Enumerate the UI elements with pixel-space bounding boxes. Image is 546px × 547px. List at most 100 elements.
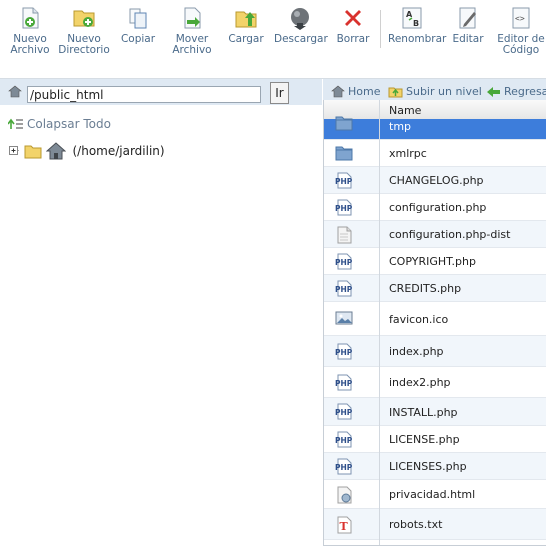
- php-file-icon: PHP: [335, 343, 353, 363]
- download-label: Descargar: [274, 33, 328, 45]
- move-file-button[interactable]: Mover Archivo: [170, 6, 214, 56]
- collapse-all-link[interactable]: Colapsar Todo: [7, 117, 111, 133]
- php-file-icon: PHP: [335, 403, 353, 423]
- go-button[interactable]: Ir: [270, 82, 289, 104]
- tree-root-label: (/home/jardilin): [72, 144, 165, 158]
- svg-text:PHP: PHP: [335, 204, 353, 213]
- rename-button[interactable]: A B Renombrar: [388, 6, 447, 45]
- file-row[interactable]: T robots.txt: [324, 509, 546, 540]
- file-row[interactable]: PHP CREDITS.php: [324, 275, 546, 302]
- svg-text:PHP: PHP: [335, 408, 353, 417]
- file-row[interactable]: PHP LICENSE.php: [324, 426, 546, 453]
- file-list-header: Name: [324, 100, 546, 120]
- delete-button[interactable]: Borrar: [336, 6, 370, 45]
- php-file-icon: PHP: [335, 280, 353, 300]
- new-file-label: Nuevo Archivo: [10, 33, 50, 56]
- up-level-link[interactable]: Subir un nivel: [388, 85, 482, 98]
- code-editor-button[interactable]: <> Editor de Código: [497, 6, 545, 56]
- php-file-icon: PHP: [335, 253, 353, 273]
- edit-label: Editar: [452, 33, 484, 45]
- home-link[interactable]: Home: [331, 85, 380, 98]
- upload-label: Cargar: [228, 33, 264, 45]
- file-name: LICENSES.php: [389, 460, 467, 473]
- rename-icon: A B: [402, 7, 422, 29]
- toolbar-divider: [380, 10, 381, 48]
- svg-text:PHP: PHP: [335, 285, 353, 294]
- back-link[interactable]: Regresar: [486, 85, 546, 98]
- move-file-icon: [184, 7, 201, 29]
- svg-text:B: B: [413, 19, 419, 28]
- file-row[interactable]: favicon.ico: [324, 302, 546, 336]
- folder-icon: [335, 145, 353, 164]
- svg-text:PHP: PHP: [335, 348, 353, 357]
- file-row[interactable]: PHP CHANGELOG.php: [324, 167, 546, 194]
- toolbar: Nuevo Archivo Nuevo Directorio Copiar Mo…: [0, 0, 546, 79]
- file-name: configuration.php-dist: [389, 228, 511, 241]
- file-row[interactable]: PHP INSTALL.php: [324, 398, 546, 426]
- php-file-icon: PHP: [335, 199, 353, 219]
- new-file-button[interactable]: Nuevo Archivo: [9, 6, 51, 56]
- up-level-label: Subir un nivel: [406, 85, 482, 98]
- file-row[interactable]: tmp: [324, 116, 546, 140]
- tree-root[interactable]: (/home/jardilin): [9, 142, 165, 162]
- edit-icon: [459, 7, 476, 29]
- file-row[interactable]: privacidad.html: [324, 480, 546, 509]
- download-icon: [291, 8, 309, 30]
- file-row[interactable]: PHP COPYRIGHT.php: [324, 248, 546, 275]
- new-folder-icon: [73, 10, 95, 27]
- file-name: tmp: [389, 120, 412, 133]
- file-row[interactable]: PHP configuration.php: [324, 194, 546, 221]
- home-icon: [331, 85, 345, 98]
- file-name: configuration.php: [389, 201, 487, 214]
- svg-text:T: T: [340, 520, 349, 533]
- new-folder-label: Nuevo Directorio: [58, 33, 110, 56]
- path-input[interactable]: /public_html: [27, 86, 261, 103]
- new-folder-button[interactable]: Nuevo Directorio: [58, 6, 110, 56]
- copy-button[interactable]: Copiar: [118, 6, 158, 45]
- back-link-label: Regresar: [504, 85, 546, 98]
- back-arrow-icon: [487, 87, 500, 97]
- svg-text:PHP: PHP: [335, 436, 353, 445]
- download-button[interactable]: Descargar: [274, 6, 328, 45]
- file-name: LICENSE.php: [389, 433, 460, 446]
- upload-button[interactable]: Cargar: [226, 6, 266, 45]
- php-file-icon: PHP: [335, 374, 353, 394]
- php-file-icon: PHP: [335, 172, 353, 192]
- generic-file-icon: [335, 226, 353, 247]
- file-name: favicon.ico: [389, 313, 449, 326]
- svg-text:PHP: PHP: [335, 463, 353, 472]
- expand-icon[interactable]: [9, 145, 20, 157]
- file-list: Name tmp xmlrpc PHP CHANGELOG.php PHP co…: [323, 100, 546, 546]
- column-divider: [379, 100, 380, 545]
- svg-text:PHP: PHP: [335, 258, 353, 267]
- collapse-tree-icon: [7, 118, 23, 129]
- edit-button[interactable]: Editar: [450, 6, 486, 45]
- file-row[interactable]: configuration.php-dist: [324, 221, 546, 248]
- up-folder-icon: [388, 87, 403, 98]
- home-link-label: Home: [348, 85, 381, 98]
- home-icon: [45, 142, 66, 160]
- html-file-icon: [335, 486, 353, 507]
- new-file-icon: [22, 7, 39, 29]
- home-icon[interactable]: [8, 85, 22, 98]
- move-file-label: Mover Archivo: [172, 33, 212, 56]
- navigation-bar: Home Subir un nivel Regresar: [323, 79, 546, 100]
- name-column-header[interactable]: Name: [389, 104, 421, 117]
- file-row[interactable]: PHP LICENSES.php: [324, 453, 546, 480]
- delete-icon: [345, 10, 361, 26]
- file-row[interactable]: xmlrpc: [324, 140, 546, 167]
- delete-label: Borrar: [336, 33, 370, 45]
- copy-label: Copiar: [120, 33, 156, 45]
- file-row[interactable]: PHP index.php: [324, 336, 546, 367]
- file-name: COPYRIGHT.php: [389, 255, 476, 268]
- svg-text:<>: <>: [515, 14, 525, 23]
- file-name: xmlrpc: [389, 147, 427, 160]
- text-file-icon: T: [335, 516, 353, 537]
- code-editor-label: Editor de Código: [497, 33, 545, 56]
- svg-text:A: A: [406, 10, 413, 19]
- file-name: CREDITS.php: [389, 282, 462, 295]
- file-row[interactable]: PHP index2.php: [324, 367, 546, 398]
- upload-icon: [235, 11, 257, 28]
- file-name: index2.php: [389, 376, 451, 389]
- rename-label: Renombrar: [388, 33, 447, 45]
